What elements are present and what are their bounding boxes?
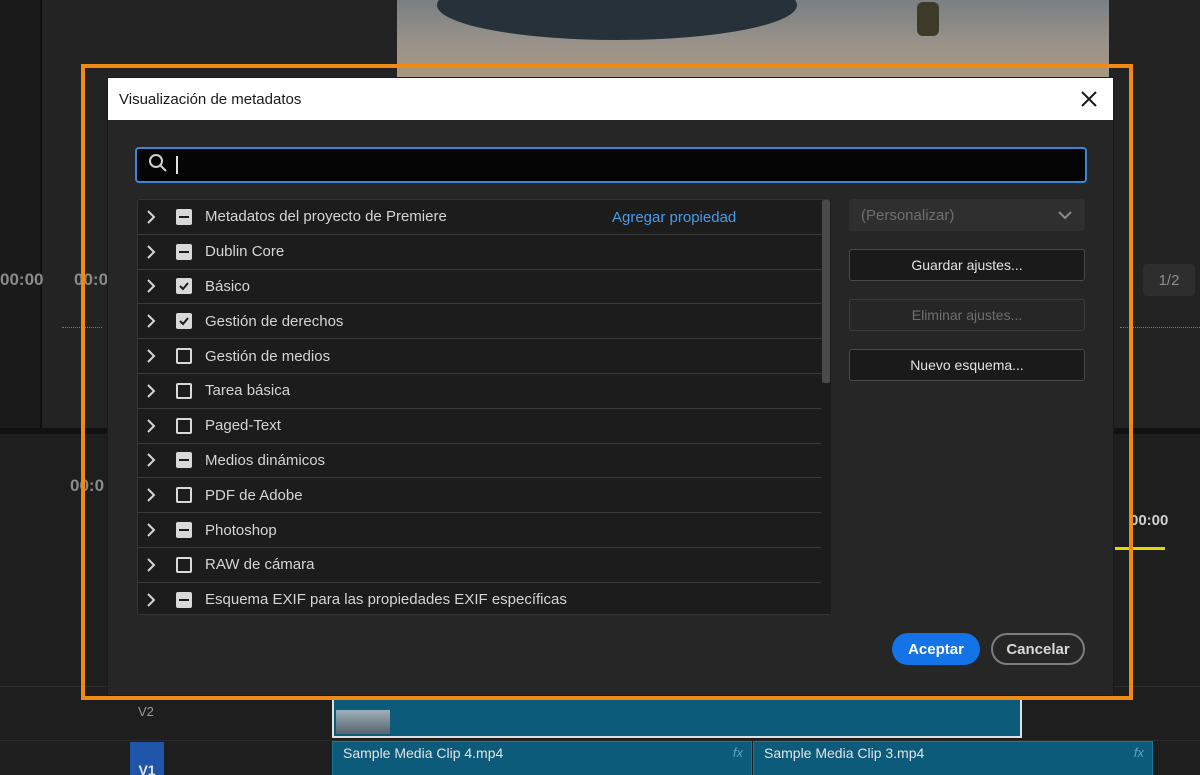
chevron-right-icon[interactable] <box>146 314 160 328</box>
chevron-down-icon <box>1057 207 1073 224</box>
delete-settings-button[interactable]: Eliminar ajustes... <box>849 299 1085 331</box>
chevron-right-icon[interactable] <box>146 523 160 537</box>
chevron-right-icon[interactable] <box>146 488 160 502</box>
video-ramp <box>437 0 797 40</box>
schema-row[interactable]: Paged-Text <box>138 409 830 444</box>
scrollbar-thumb[interactable] <box>822 200 830 383</box>
clip-name: Sample Media Clip 3.mp4 <box>764 745 925 761</box>
schema-label: Básico <box>205 277 251 295</box>
schema-label: Dublin Core <box>205 243 285 261</box>
schema-checkbox[interactable] <box>176 417 192 434</box>
chevron-right-icon[interactable] <box>146 210 160 224</box>
schema-label: Esquema EXIF para las propiedades EXIF e… <box>205 591 567 609</box>
schema-label: Medios dinámicos <box>205 451 326 469</box>
new-schema-button[interactable]: Nuevo esquema... <box>849 349 1085 381</box>
program-ruler <box>1120 318 1200 328</box>
chevron-right-icon[interactable] <box>146 349 160 363</box>
schema-label: Paged-Text <box>205 417 281 435</box>
schema-checkbox[interactable] <box>176 452 192 469</box>
fx-badge: fx <box>732 745 743 760</box>
schema-checkbox[interactable] <box>176 313 192 330</box>
source-ruler <box>62 318 102 328</box>
schema-list: Metadatos del proyecto de Premiere Agrega… <box>137 199 831 615</box>
ok-button[interactable]: Aceptar <box>892 633 980 665</box>
schema-row[interactable]: Tarea básica <box>138 374 830 409</box>
work-area-bar <box>1115 547 1165 550</box>
fx-badge: fx <box>1133 745 1144 760</box>
schema-row[interactable]: Photoshop <box>138 513 830 548</box>
schema-row[interactable]: Gestión de derechos <box>138 304 830 340</box>
schema-label: Gestión de medios <box>205 347 331 365</box>
schema-checkbox[interactable] <box>176 348 192 365</box>
schema-checkbox[interactable] <box>176 243 192 260</box>
schema-label: Tarea básica <box>205 382 291 400</box>
schema-row[interactable]: Dublin Core <box>138 235 830 270</box>
settings-panel: (Personalizar) Guardar ajustes... Elimin… <box>849 199 1085 399</box>
schema-row[interactable]: Básico <box>138 270 830 305</box>
chevron-right-icon[interactable] <box>146 279 160 294</box>
schema-row[interactable]: Esquema EXIF para las propiedades EXIF e… <box>138 583 830 614</box>
timeline-clip-b[interactable]: Sample Media Clip 3.mp4 fx <box>753 741 1153 775</box>
schema-checkbox[interactable] <box>176 487 192 504</box>
schema-label: PDF de Adobe <box>205 486 303 504</box>
track-v1-target[interactable]: V1 <box>130 742 164 775</box>
schema-checkbox[interactable] <box>176 522 192 539</box>
schema-row[interactable]: Gestión de medios <box>138 339 830 374</box>
schema-checkbox[interactable] <box>176 556 192 573</box>
timeline-timecode: 00:0 <box>70 476 105 495</box>
schema-row[interactable]: Medios dinámicos <box>138 444 830 479</box>
schema-label: Photoshop <box>205 521 277 539</box>
schema-checkbox[interactable] <box>176 208 192 225</box>
schema-list-scrollbar[interactable] <box>821 200 831 614</box>
schema-label: Metadatos del proyecto de Premiere <box>205 208 447 226</box>
preset-select-value: (Personalizar) <box>861 206 955 224</box>
clip-thumbnail <box>336 710 390 734</box>
chevron-right-icon[interactable] <box>146 592 160 607</box>
schema-checkbox[interactable] <box>176 382 192 399</box>
search-icon <box>148 153 168 178</box>
dialog-title: Visualización de metadatos <box>119 90 302 108</box>
schema-label: Gestión de derechos <box>205 312 344 330</box>
text-caret <box>176 156 178 174</box>
save-settings-button[interactable]: Guardar ajustes... <box>849 249 1085 281</box>
video-skater <box>917 2 939 36</box>
clip-name: Sample Media Clip 4.mp4 <box>343 745 504 761</box>
dialog-titlebar: Visualización de metadatos <box>108 78 1113 120</box>
add-property-link[interactable]: Agregar propiedad <box>612 209 736 226</box>
preset-select[interactable]: (Personalizar) <box>849 199 1085 231</box>
source-timecode-2: 00:0 <box>74 270 109 289</box>
metadata-display-dialog: Visualización de metadatos Metadatos del… <box>108 78 1113 695</box>
cancel-button[interactable]: Cancelar <box>991 633 1085 665</box>
search-field[interactable] <box>135 147 1087 183</box>
schema-row[interactable]: RAW de cámara <box>138 548 830 583</box>
schema-checkbox[interactable] <box>176 278 192 295</box>
schema-checkbox[interactable] <box>176 591 192 608</box>
timeline-ruler-time: 00:00 <box>1130 512 1169 529</box>
search-input[interactable] <box>186 156 1066 174</box>
premiere-app: 00:00 00:0 1/2 00:0 00:00 V2 V1 Sample M… <box>0 0 1200 775</box>
close-icon[interactable] <box>1077 87 1101 111</box>
track-v2-label[interactable]: V2 <box>138 704 154 719</box>
page-indicator[interactable]: 1/2 <box>1143 264 1195 296</box>
chevron-right-icon[interactable] <box>146 453 160 468</box>
schema-row[interactable]: PDF de Adobe <box>138 478 830 514</box>
schema-label: RAW de cámara <box>205 556 315 574</box>
schema-row[interactable]: Metadatos del proyecto de Premiere Agrega… <box>138 200 830 235</box>
chevron-right-icon[interactable] <box>146 384 160 398</box>
timeline-clip-a[interactable]: Sample Media Clip 4.mp4 fx <box>332 741 752 775</box>
chevron-right-icon[interactable] <box>146 418 160 433</box>
timeline-clip-v2[interactable] <box>332 690 1022 738</box>
source-timecode: 00:00 <box>0 270 44 289</box>
chevron-right-icon[interactable] <box>146 244 160 259</box>
program-monitor-frame <box>397 0 1109 78</box>
chevron-right-icon[interactable] <box>146 558 160 572</box>
